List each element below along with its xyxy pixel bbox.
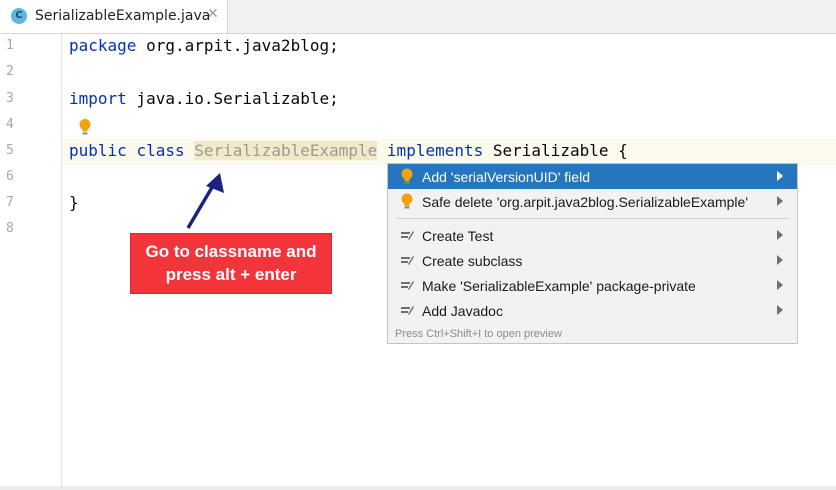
intention-actions-popup: Add 'serialVersionUID' field Safe delete… xyxy=(387,163,798,344)
intention-create-subclass[interactable]: Create subclass xyxy=(388,248,797,273)
bulb-icon xyxy=(401,193,413,209)
intention-label: Add 'serialVersionUID' field xyxy=(422,169,590,185)
editor-tab-bar: C SerializableExample.java ✕ xyxy=(0,0,836,34)
edit-icon xyxy=(401,231,414,240)
interface-name: Serializable { xyxy=(483,141,628,160)
keyword-public: public xyxy=(69,141,127,160)
line-number-gutter: 1 2 3 4 5 6 7 8 xyxy=(0,34,62,490)
code-line-1[interactable]: package org.arpit.java2blog; xyxy=(69,36,339,55)
line-number: 3 xyxy=(6,91,14,106)
intention-safe-delete[interactable]: Safe delete 'org.arpit.java2blog.Seriali… xyxy=(388,189,797,214)
line-number: 5 xyxy=(6,143,14,158)
intention-create-test[interactable]: Create Test xyxy=(388,223,797,248)
chevron-right-icon[interactable] xyxy=(777,230,783,240)
chevron-right-icon[interactable] xyxy=(777,255,783,265)
bottom-scrollbar[interactable] xyxy=(0,486,836,490)
keyword-package: package xyxy=(69,36,137,55)
annotation-callout: Go to classname and press alt + enter xyxy=(130,233,332,294)
popup-footer-hint: Press Ctrl+Shift+I to open preview xyxy=(395,328,562,340)
chevron-right-icon[interactable] xyxy=(777,171,783,181)
bulb-icon[interactable] xyxy=(78,118,92,136)
chevron-right-icon[interactable] xyxy=(777,196,783,206)
keyword-class: class xyxy=(136,141,185,160)
chevron-right-icon[interactable] xyxy=(777,305,783,315)
line-number: 1 xyxy=(6,38,14,53)
class-name-highlighted[interactable]: SerializableExample xyxy=(194,141,378,160)
intention-label: Safe delete 'org.arpit.java2blog.Seriali… xyxy=(422,194,748,210)
edit-icon xyxy=(401,281,414,290)
code-line-7[interactable]: } xyxy=(69,193,79,212)
intention-label: Create subclass xyxy=(422,253,523,269)
line-number: 8 xyxy=(6,221,14,236)
line-number: 6 xyxy=(6,169,14,184)
code-line-3[interactable]: import java.io.Serializable; xyxy=(69,89,339,108)
intention-label: Make 'SerializableExample' package-priva… xyxy=(422,278,696,294)
bulb-icon xyxy=(401,168,413,184)
tab-serializable-example[interactable]: C SerializableExample.java ✕ xyxy=(0,0,228,33)
edit-icon xyxy=(401,256,414,265)
popup-separator xyxy=(396,218,789,219)
java-class-icon: C xyxy=(11,8,27,24)
annotation-arrow-icon xyxy=(186,173,224,229)
intention-label: Add Javadoc xyxy=(422,303,503,319)
callout-line-1: Go to classname and xyxy=(145,242,317,261)
line-number: 7 xyxy=(6,195,14,210)
line-number: 4 xyxy=(6,117,14,132)
intention-add-javadoc[interactable]: Add Javadoc xyxy=(388,298,797,323)
keyword-import: import xyxy=(69,89,127,108)
code-line-5[interactable]: public class SerializableExample impleme… xyxy=(69,141,628,160)
tab-filename: SerializableExample.java xyxy=(35,8,211,24)
close-icon[interactable]: ✕ xyxy=(207,6,219,22)
intention-label: Create Test xyxy=(422,228,494,244)
callout-line-2: press alt + enter xyxy=(165,265,297,284)
edit-icon xyxy=(401,306,414,315)
chevron-right-icon[interactable] xyxy=(777,280,783,290)
import-name: java.io.Serializable; xyxy=(126,89,339,108)
closing-brace: } xyxy=(69,193,79,212)
package-name: org.arpit.java2blog; xyxy=(136,36,339,55)
intention-add-serialversionuid[interactable]: Add 'serialVersionUID' field xyxy=(388,164,797,189)
line-number: 2 xyxy=(6,64,14,79)
keyword-implements: implements xyxy=(386,141,484,160)
intention-make-package-private[interactable]: Make 'SerializableExample' package-priva… xyxy=(388,273,797,298)
